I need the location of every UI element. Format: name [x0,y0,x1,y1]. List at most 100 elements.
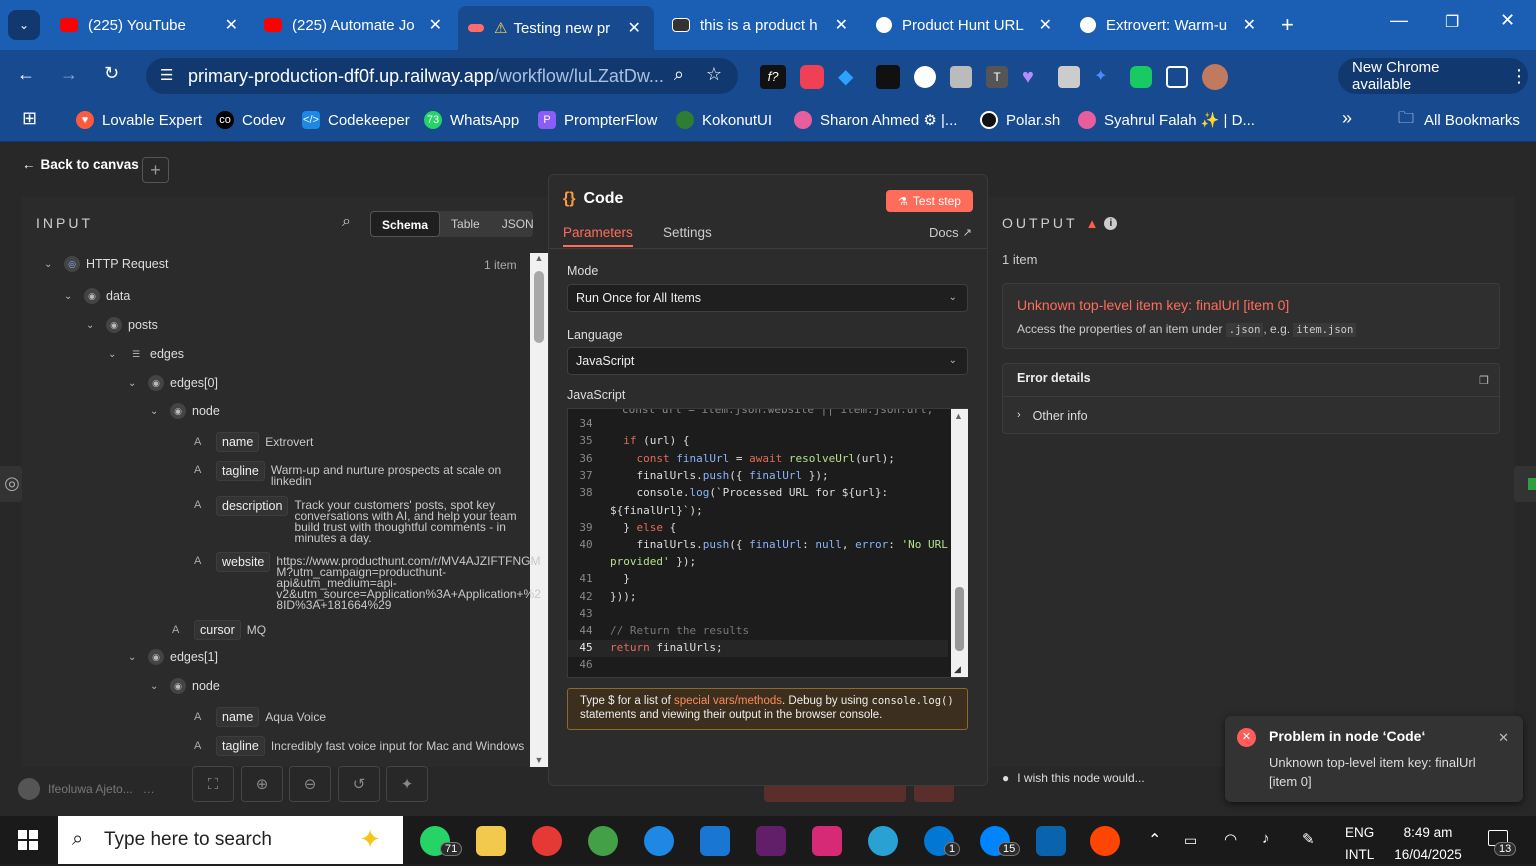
bookmark-codekeeper[interactable]: </> Codekeeper [302,109,410,131]
feedback-wish[interactable]: ● I wish this node would... [1002,771,1145,785]
volume-icon[interactable]: ♪ [1262,830,1270,847]
tree-row-posts[interactable]: ⌄ ◉ posts [86,317,158,333]
drop-extension-icon[interactable]: ◆ [838,65,862,89]
tree-row-node-2[interactable]: ⌄ ◉ node [150,678,220,694]
chevron-down-icon[interactable]: ⌄ [150,681,164,692]
site-settings-icon[interactable]: ☰ [160,66,173,84]
close-tab-icon[interactable]: ✕ [627,18,640,38]
browser-tab-youtube[interactable]: (225) YouTube ✕ [50,6,248,44]
grey-extension-icon[interactable] [950,66,972,88]
zoom-out-button[interactable]: ⊖ [289,766,331,802]
docs-link[interactable]: Docs ↗ [929,225,972,240]
bookmark-star-icon[interactable]: ☆ [706,64,722,85]
bookmark-syahrul[interactable]: Syahrul Falah ✨ | D... [1078,109,1255,131]
chevron-down-icon[interactable]: ⌄ [44,259,58,270]
scroll-down-icon[interactable]: ▼ [532,755,546,765]
window-close-icon[interactable]: ✕ [1500,10,1515,31]
browser-tab-product-hunt-url[interactable]: Product Hunt URL ✕ [866,6,1062,44]
w-extension-icon[interactable] [914,66,936,88]
field-tagline[interactable]: Atagline Warm-up and nurture prospects at… [194,461,501,487]
zoom-in-button[interactable]: ⊕ [241,766,283,802]
spark-extension-icon[interactable]: ✦ [1094,66,1116,88]
input-scrollbar[interactable]: ▲ ▼ [530,253,548,767]
profile-avatar[interactable] [1202,64,1228,90]
taskbar-search[interactable]: ⌕ Type here to search ✦ [58,816,403,864]
pocket-extension-icon[interactable] [800,65,824,89]
eyedropper-extension-icon[interactable] [876,65,900,89]
field-website[interactable]: Awebsite https://www.producthunt.com/r/MV… [194,552,541,611]
bookmark-prompterflow[interactable]: P PrompterFlow [538,109,657,131]
chevron-down-icon[interactable]: ⌄ [128,652,142,663]
close-tab-icon[interactable]: ✕ [835,15,848,35]
back-to-canvas-button[interactable]: ← Back to canvas [22,157,139,172]
apps-grid-icon[interactable]: ⊞ [22,108,37,129]
editor-scrollbar[interactable]: ▲ ◢ [951,409,968,677]
browser-tab-product[interactable]: this is a product h ✕ [662,6,858,44]
field-name[interactable]: Aname Extrovert [194,432,313,452]
add-node-button[interactable]: + [142,157,169,183]
telegram-icon[interactable] [868,826,898,856]
info-icon[interactable]: i [1104,216,1118,230]
view-schema[interactable]: Schema [370,211,441,237]
resize-handle-icon[interactable]: ◢ [954,664,961,675]
scroll-thumb[interactable] [534,271,544,343]
file-explorer-icon[interactable] [476,826,506,856]
new-tab-plus-icon[interactable]: + [1281,12,1294,38]
chevron-down-icon[interactable]: ⌄ [108,349,122,360]
function-extension-icon[interactable]: f? [760,65,786,89]
zoom-search-icon[interactable]: ⌕ [674,64,684,85]
user-menu[interactable]: Ifeoluwa Ajeto...… [18,778,155,800]
slack-icon[interactable] [756,826,786,856]
view-json[interactable]: JSON [491,211,545,237]
toast-close-icon[interactable]: ✕ [1498,730,1509,746]
clock[interactable]: 8:49 am 16/04/2025 [1390,822,1466,866]
outlook-icon[interactable] [1036,826,1066,856]
tab-parameters[interactable]: Parameters [563,225,633,247]
reset-zoom-button[interactable]: ↺ [338,766,380,802]
close-tab-icon[interactable]: ✕ [225,15,238,35]
test-step-button[interactable]: ⚗ Test step [886,190,973,212]
vscode-icon[interactable] [700,826,730,856]
tab-settings[interactable]: Settings [663,225,712,240]
fit-view-button[interactable]: ⛶ [192,766,234,802]
copy-icon[interactable]: ❐ [1479,374,1489,387]
chrome-profile-icon[interactable] [588,826,618,856]
special-vars-link[interactable]: special vars/methods [674,695,782,707]
scroll-up-icon[interactable]: ▲ [954,411,963,421]
code-editor[interactable]: const url = item.json.website || item.js… [567,408,968,678]
globe-icon[interactable]: ◎ [0,466,24,502]
search-icon[interactable]: ⌕ [342,213,351,231]
windows-start-icon[interactable] [18,830,38,850]
bookmark-sharon[interactable]: Sharon Ahmed ⚙ |... [794,109,957,131]
address-bar[interactable]: ☰ primary-production-df0f.up.railway.app… [146,58,738,94]
restore-icon[interactable]: ❐ [1445,12,1459,32]
pen-icon[interactable]: ✎ [1302,830,1315,848]
browser-tab-automate[interactable]: (225) Automate Jo ✕ [254,6,452,44]
field-description[interactable]: Adescription Track your customers' posts,… [194,496,517,544]
tree-row-edges[interactable]: ⌄ ☰ edges [108,346,184,362]
close-tab-icon[interactable]: ✕ [429,15,442,35]
tree-row-edges-0[interactable]: ⌄ ◉ edges[0] [128,375,218,391]
browser-tab-extrovert[interactable]: Extrovert: Warm-u ✕ [1070,6,1266,44]
mode-select[interactable]: Run Once for All Items ⌄ [567,284,968,312]
reddit-icon[interactable] [1090,826,1120,856]
bookmark-polar[interactable]: Polar.sh [980,109,1060,131]
right-edge-handle[interactable] [1512,466,1536,502]
bookmark-codev[interactable]: co Codev [216,109,285,131]
execute-button-partial[interactable] [764,786,906,802]
tree-row-edges-1[interactable]: ⌄ ◉ edges[1] [128,649,218,665]
bookmark-lovable[interactable]: ♥ Lovable Expert [76,109,202,131]
execute-options-partial[interactable] [914,786,954,802]
extensions-puzzle-icon[interactable] [1166,66,1188,88]
camera-extension-icon[interactable] [1058,66,1080,88]
chrome-icon[interactable] [532,826,562,856]
view-table[interactable]: Table [440,211,491,237]
field-cursor[interactable]: Acursor MQ [172,620,266,640]
more-bookmarks-chevron-icon[interactable]: » [1342,108,1352,129]
close-tab-icon[interactable]: ✕ [1243,15,1256,35]
edge-icon[interactable] [644,826,674,856]
t-extension-icon[interactable]: T [986,66,1008,88]
minimize-icon[interactable]: — [1390,10,1408,31]
bookmark-kokonutui[interactable]: KokonutUI [676,109,772,131]
forward-arrow-icon[interactable]: → [60,64,78,85]
